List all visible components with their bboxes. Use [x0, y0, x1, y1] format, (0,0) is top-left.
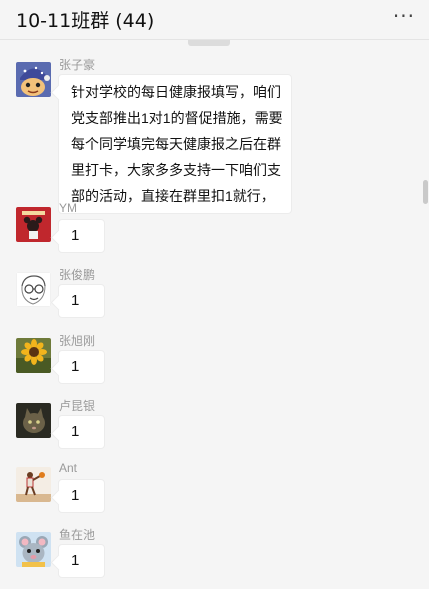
sender-name: 张旭刚: [59, 334, 96, 348]
message-bubble[interactable]: 针对学校的每日健康报填写，咱们 党支部推出1对1的督促措施，需要 每个同学填完每…: [58, 74, 292, 214]
message-bubble[interactable]: 1: [58, 219, 105, 253]
sender-name: YM: [59, 201, 77, 215]
sender-name: 张俊鹏: [59, 268, 96, 282]
sketch-face-avatar-icon[interactable]: [16, 272, 51, 307]
cartoon-face-avatar-icon[interactable]: [16, 62, 51, 97]
group-title: 10-11班群 (44): [16, 10, 155, 32]
more-options-button[interactable]: ···: [393, 4, 415, 28]
message-bubble[interactable]: 1: [58, 415, 105, 449]
message-bubble[interactable]: 1: [58, 350, 105, 384]
message-line: 部的活动，直接在群里扣1就行，: [71, 188, 275, 204]
sender-name: 鱼在池: [59, 528, 96, 542]
message-bubble[interactable]: 1: [58, 479, 105, 513]
sunflower-avatar-icon[interactable]: [16, 338, 51, 373]
load-more-handle[interactable]: [188, 40, 230, 46]
red-poster-avatar-icon[interactable]: [16, 207, 51, 242]
message-line: 每个同学填完每天健康报之后在群: [71, 136, 281, 152]
sender-name: 卢昆银: [59, 399, 96, 413]
sender-name: Ant: [59, 461, 78, 475]
basketball-player-avatar-icon[interactable]: [16, 467, 51, 502]
scrollbar-thumb[interactable]: [423, 180, 428, 204]
message-bubble[interactable]: 1: [58, 284, 105, 318]
message-line: 党支部推出1对1的督促措施，需要: [71, 110, 283, 126]
cat-photo-avatar-icon[interactable]: [16, 403, 51, 438]
cartoon-mouse-avatar-icon[interactable]: [16, 532, 51, 567]
chat-window: 10-11班群 (44) ··· 张子豪 针对学校的每日健康报填写，咱们 党支部…: [0, 0, 429, 589]
message-line: 里打卡，大家多多支持一下咱们支: [71, 162, 281, 178]
message-bubble[interactable]: 1: [58, 544, 105, 578]
chat-header: 10-11班群 (44) ···: [0, 0, 429, 40]
message-line: 针对学校的每日健康报填写，咱们: [71, 84, 281, 100]
sender-name: 张子豪: [59, 58, 96, 72]
